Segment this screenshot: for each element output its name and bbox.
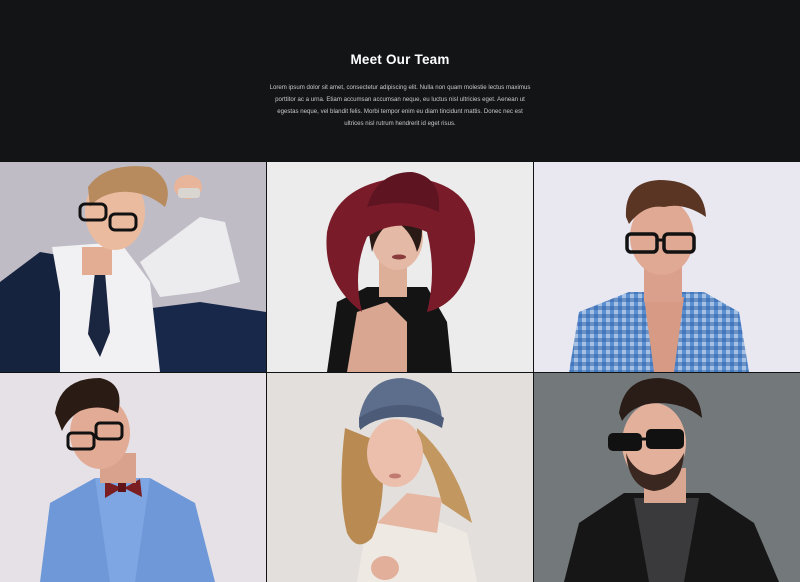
section-description: Lorem ipsum dolor sit amet, consectetur … [269, 84, 531, 127]
section-title: Meet Our Team [350, 52, 450, 67]
team-header: Meet Our Team Lorem ipsum dolor sit amet… [0, 0, 800, 162]
team-member-photo-5[interactable] [267, 373, 533, 582]
team-member-photo-4[interactable] [0, 373, 266, 582]
team-member-photo-1[interactable] [0, 162, 266, 372]
team-member-photo-6[interactable] [534, 373, 800, 582]
team-member-photo-3[interactable] [534, 162, 800, 372]
team-grid [0, 162, 800, 582]
team-member-photo-2[interactable] [267, 162, 533, 372]
